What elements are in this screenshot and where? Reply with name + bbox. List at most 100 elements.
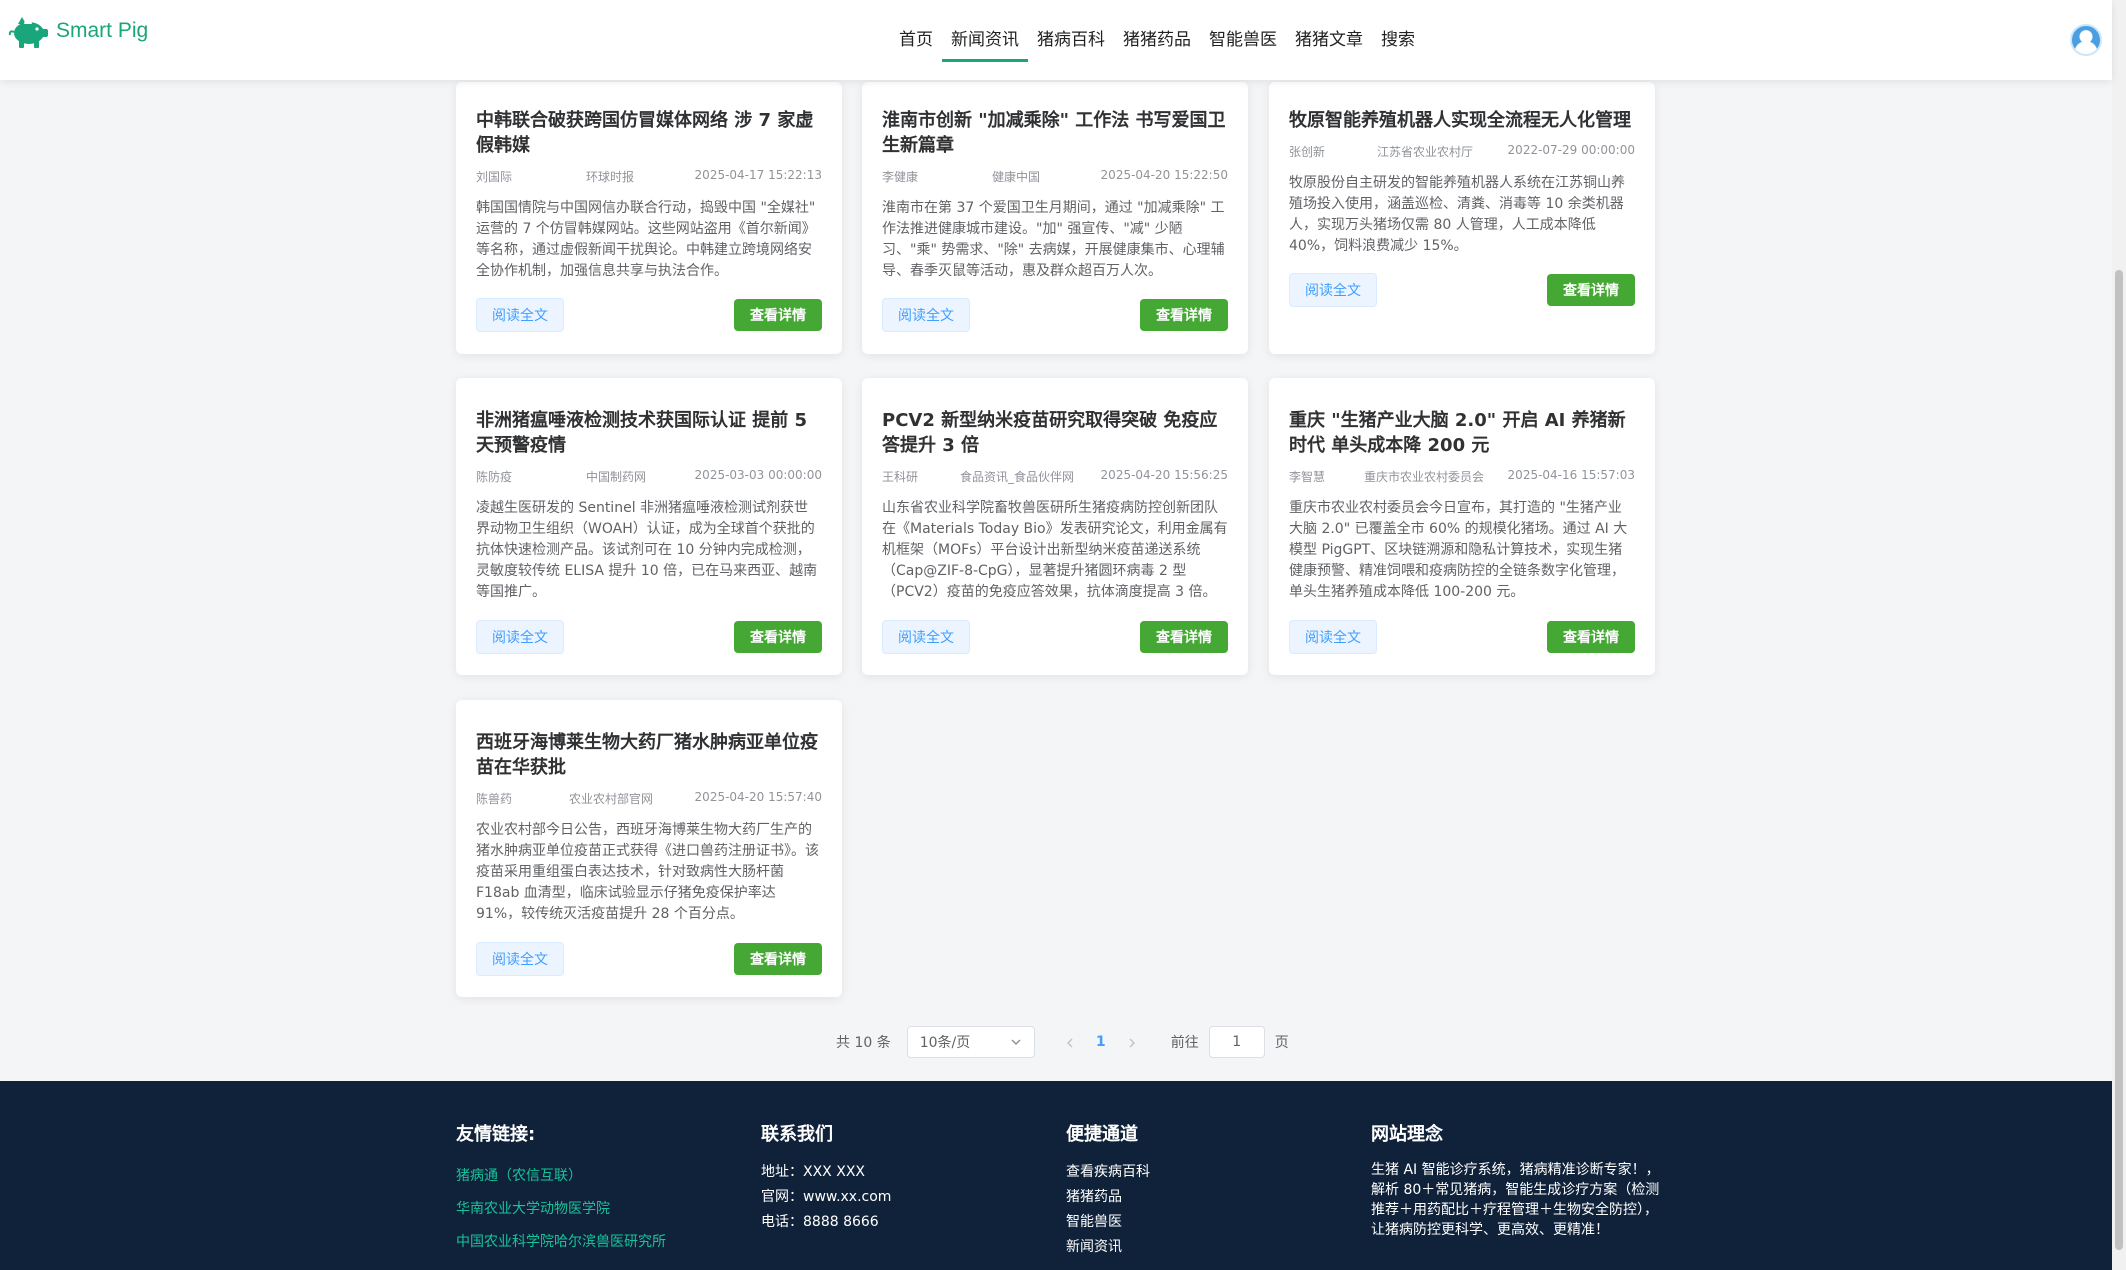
- quick-link[interactable]: 智能兽医: [1066, 1210, 1150, 1235]
- card-title[interactable]: 非洲猪瘟唾液检测技术获国际认证 提前 5 天预警疫情: [476, 408, 822, 458]
- logo-text[interactable]: Smart Pig: [56, 19, 148, 43]
- card-meta: 李智慧 重庆市农业农村委员会 2025-04-16 15:57:03: [1289, 468, 1635, 484]
- footer-link[interactable]: 猪病通（农信互联）: [456, 1160, 666, 1193]
- news-card[interactable]: 牧原智能养殖机器人实现全流程无人化管理 张创新 江苏省农业农村厅 2022-07…: [1269, 82, 1655, 354]
- card-date: 2025-04-17 15:22:13: [694, 168, 822, 182]
- card-date: 2025-04-20 15:57:40: [694, 790, 822, 804]
- view-details-button[interactable]: 查看详情: [1140, 621, 1228, 653]
- footer-contact-column: 联系我们 地址：XXX XXX 官网：www.xx.com 电话：8888 86…: [761, 1120, 891, 1235]
- footer-contact-title: 联系我们: [761, 1124, 833, 1145]
- card-date: 2025-04-20 15:56:25: [1100, 468, 1228, 482]
- card-meta: 张创新 江苏省农业农村厅 2022-07-29 00:00:00: [1289, 143, 1635, 159]
- read-full-button[interactable]: 阅读全文: [882, 298, 970, 332]
- footer-idea-text: 生猪 AI 智能诊疗系统，猪病精准诊断专家！，解析 80＋常见猪病，智能生成诊疗…: [1371, 1162, 1660, 1238]
- card-title[interactable]: 牧原智能养殖机器人实现全流程无人化管理: [1289, 108, 1635, 133]
- footer-idea-title: 网站理念: [1371, 1124, 1443, 1145]
- card-summary: 凌越生医研发的 Sentinel 非洲猪瘟唾液检测试剂获世界动物卫生组织（WOA…: [476, 500, 818, 600]
- nav-ai-vet[interactable]: 智能兽医: [1200, 0, 1286, 80]
- prev-page-button[interactable]: [1055, 1033, 1085, 1052]
- footer-quick-title: 便捷通道: [1066, 1124, 1138, 1145]
- view-details-button[interactable]: 查看详情: [734, 621, 822, 653]
- quick-link[interactable]: 新闻资讯: [1066, 1235, 1150, 1260]
- user-avatar-icon[interactable]: [2070, 24, 2102, 56]
- card-summary: 牧原股份自主研发的智能养殖机器人系统在江苏铜山养殖场投入使用，涵盖巡检、清粪、消…: [1289, 175, 1625, 254]
- news-card[interactable]: 非洲猪瘟唾液检测技术获国际认证 提前 5 天预警疫情 陈防疫 中国制药网 202…: [456, 378, 842, 675]
- read-full-button[interactable]: 阅读全文: [476, 620, 564, 654]
- footer-links-column: 友情链接: 猪病通（农信互联） 华南农业大学动物医学院 中国农业科学院哈尔滨兽医…: [456, 1120, 666, 1259]
- nav-medicine[interactable]: 猪猪药品: [1114, 0, 1200, 80]
- card-meta: 王科研 食品资讯_食品伙伴网 2025-04-20 15:56:25: [882, 468, 1228, 484]
- site-logo[interactable]: Smart Pig: [8, 14, 148, 48]
- footer-links-title: 友情链接:: [456, 1124, 536, 1145]
- footer-link[interactable]: 中国农业科学院哈尔滨兽医研究所: [456, 1226, 666, 1259]
- card-date: 2025-04-20 15:22:50: [1100, 168, 1228, 182]
- card-title[interactable]: 重庆 "生猪产业大脑 2.0" 开启 AI 养猪新时代 单头成本降 200 元: [1289, 408, 1635, 458]
- nav-home[interactable]: 首页: [890, 0, 942, 80]
- news-card[interactable]: 中韩联合破获跨国仿冒媒体网络 涉 7 家虚假韩媒 刘国际 环球时报 2025-0…: [456, 82, 842, 354]
- footer-link[interactable]: 华南农业大学动物医学院: [456, 1193, 666, 1226]
- page-scrollbar[interactable]: [2112, 0, 2126, 1270]
- nav-disease-wiki[interactable]: 猪病百科: [1028, 0, 1114, 80]
- card-author: 张创新: [1289, 145, 1326, 159]
- card-author: 王科研: [882, 470, 919, 484]
- card-title[interactable]: 中韩联合破获跨国仿冒媒体网络 涉 7 家虚假韩媒: [476, 108, 822, 158]
- pig-logo-icon: [8, 17, 48, 48]
- card-summary: 山东省农业科学院畜牧兽医研所生猪疫病防控创新团队在《Materials Toda…: [882, 500, 1228, 600]
- card-title[interactable]: 淮南市创新 "加减乘除" 工作法 书写爱国卫生新篇章: [882, 108, 1228, 158]
- card-summary: 韩国国情院与中国网信办联合行动，捣毁中国 "全媒社" 运营的 7 个仿冒韩媒网站…: [476, 200, 816, 279]
- contact-address: 地址：XXX XXX: [761, 1164, 865, 1180]
- card-source: 农业农村部官网: [569, 792, 654, 806]
- view-details-button[interactable]: 查看详情: [734, 299, 822, 331]
- chevron-down-icon: [1011, 1039, 1021, 1046]
- nav-news[interactable]: 新闻资讯: [942, 0, 1028, 80]
- read-full-button[interactable]: 阅读全文: [1289, 273, 1377, 307]
- card-summary: 淮南市在第 37 个爱国卫生月期间，通过 "加减乘除" 工作法推进健康城市建设。…: [882, 200, 1225, 279]
- footer-idea-column: 网站理念 生猪 AI 智能诊疗系统，猪病精准诊断专家！，解析 80＋常见猪病，智…: [1371, 1120, 1661, 1240]
- view-details-button[interactable]: 查看详情: [1547, 274, 1635, 306]
- quick-link[interactable]: 查看疾病百科: [1066, 1160, 1150, 1185]
- card-date: 2022-07-29 00:00:00: [1507, 143, 1635, 157]
- next-page-button[interactable]: [1117, 1033, 1147, 1052]
- read-full-button[interactable]: 阅读全文: [1289, 620, 1377, 654]
- nav-search[interactable]: 搜索: [1372, 0, 1424, 80]
- card-author: 陈防疫: [476, 470, 513, 484]
- top-navbar: Smart Pig 首页 新闻资讯 猪病百科 猪猪药品 智能兽医 猪猪文章 搜索: [0, 0, 2112, 80]
- pagination: 共 10 条 10条/页 1 前往 页: [836, 1026, 1289, 1058]
- card-summary: 重庆市农业农村委员会今日宣布，其打造的 "生猪产业大脑 2.0" 已覆盖全市 6…: [1289, 500, 1628, 600]
- card-title[interactable]: 西班牙海博莱生物大药厂猪水肿病亚单位疫苗在华获批: [476, 730, 822, 780]
- page-number-current[interactable]: 1: [1085, 1034, 1117, 1050]
- card-title[interactable]: PCV2 新型纳米疫苗研究取得突破 免疫应答提升 3 倍: [882, 408, 1228, 458]
- card-source: 食品资讯_食品伙伴网: [960, 470, 1075, 484]
- site-footer: 友情链接: 猪病通（农信互联） 华南农业大学动物医学院 中国农业科学院哈尔滨兽医…: [0, 1081, 2112, 1270]
- card-author: 李智慧: [1289, 470, 1326, 484]
- goto-page-input[interactable]: [1208, 1026, 1265, 1058]
- chevron-right-icon: [1129, 1037, 1135, 1048]
- view-details-button[interactable]: 查看详情: [734, 943, 822, 975]
- contact-website: 官网：www.xx.com: [761, 1189, 892, 1205]
- quick-link[interactable]: 猪猪药品: [1066, 1185, 1150, 1210]
- news-card[interactable]: 淮南市创新 "加减乘除" 工作法 书写爱国卫生新篇章 李健康 健康中国 2025…: [862, 82, 1248, 354]
- card-source: 重庆市农业农村委员会: [1364, 470, 1485, 484]
- main-nav: 首页 新闻资讯 猪病百科 猪猪药品 智能兽医 猪猪文章 搜索: [890, 0, 1424, 80]
- page-size-value: 10条/页: [919, 1035, 971, 1051]
- card-author: 陈兽药: [476, 792, 513, 806]
- scrollbar-thumb[interactable]: [2115, 270, 2123, 1250]
- view-details-button[interactable]: 查看详情: [1140, 299, 1228, 331]
- goto-label: 前往: [1170, 1035, 1199, 1051]
- card-meta: 李健康 健康中国 2025-04-20 15:22:50: [882, 168, 1228, 184]
- news-card[interactable]: PCV2 新型纳米疫苗研究取得突破 免疫应答提升 3 倍 王科研 食品资讯_食品…: [862, 378, 1248, 675]
- news-card[interactable]: 重庆 "生猪产业大脑 2.0" 开启 AI 养猪新时代 单头成本降 200 元 …: [1269, 378, 1655, 675]
- read-full-button[interactable]: 阅读全文: [476, 942, 564, 976]
- card-author: 刘国际: [476, 170, 513, 184]
- card-source: 江苏省农业农村厅: [1377, 145, 1474, 159]
- read-full-button[interactable]: 阅读全文: [476, 298, 564, 332]
- view-details-button[interactable]: 查看详情: [1547, 621, 1635, 653]
- read-full-button[interactable]: 阅读全文: [882, 620, 970, 654]
- page-suffix-label: 页: [1274, 1035, 1289, 1051]
- card-meta: 陈防疫 中国制药网 2025-03-03 00:00:00: [476, 468, 822, 484]
- card-meta: 陈兽药 农业农村部官网 2025-04-20 15:57:40: [476, 790, 822, 806]
- news-card[interactable]: 西班牙海博莱生物大药厂猪水肿病亚单位疫苗在华获批 陈兽药 农业农村部官网 202…: [456, 700, 842, 997]
- nav-articles[interactable]: 猪猪文章: [1286, 0, 1372, 80]
- page-size-select[interactable]: 10条/页: [906, 1026, 1035, 1058]
- card-meta: 刘国际 环球时报 2025-04-17 15:22:13: [476, 168, 822, 184]
